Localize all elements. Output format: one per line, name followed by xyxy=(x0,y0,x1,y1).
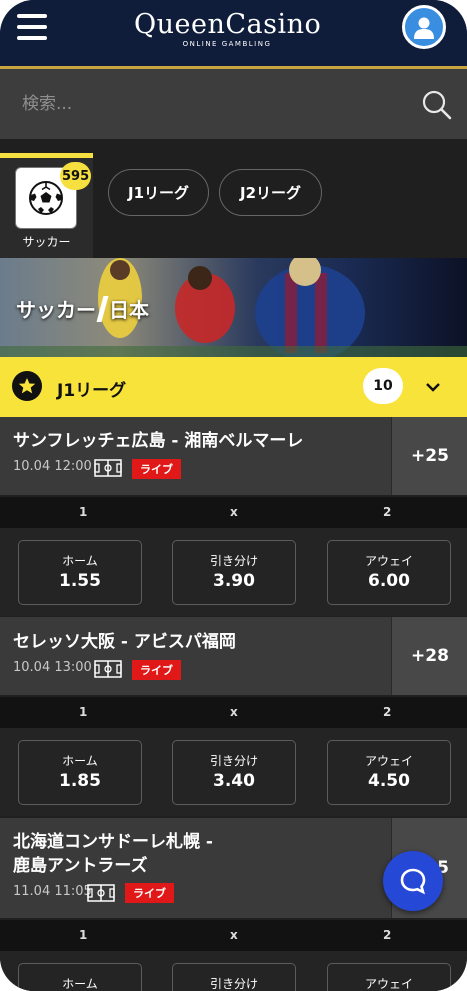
banner-title-country: 日本 xyxy=(109,298,149,322)
odds-column-header: 1 x 2 xyxy=(0,697,467,728)
queen-casino-logo[interactable]: QueenCasino ONLINE GAMBLING xyxy=(134,8,322,48)
soccer-field-icon xyxy=(94,459,122,477)
col-away: 2 xyxy=(383,928,392,942)
odd-value: 3.40 xyxy=(213,771,255,791)
odd-value: 1.85 xyxy=(59,771,101,791)
category-label: サッカー xyxy=(22,235,71,249)
odd-value: 6.00 xyxy=(368,571,410,591)
match-time: 10.04 13:00 xyxy=(13,660,92,675)
odd-button-away[interactable]: アウェイ xyxy=(327,963,451,991)
odds-column-header: 1 x 2 xyxy=(0,920,467,951)
odd-label: 引き分け xyxy=(209,754,258,768)
odd-label: アウェイ xyxy=(364,554,413,568)
odd-label: 引き分け xyxy=(209,554,258,568)
logo-text: QueenCasino xyxy=(134,9,322,40)
col-home: 1 xyxy=(79,505,88,519)
odd-button-home[interactable]: ホーム 1.55 xyxy=(18,540,142,605)
hamburger-icon[interactable] xyxy=(17,14,47,40)
odd-label: アウェイ xyxy=(364,754,413,768)
odd-button-draw[interactable]: 引き分け 3.40 xyxy=(172,740,296,805)
odd-label: ホーム xyxy=(62,754,98,768)
odd-button-home[interactable]: ホーム xyxy=(18,963,142,991)
match-time: 10.04 12:00 xyxy=(13,459,92,474)
odd-label: 引き分け xyxy=(209,977,258,991)
live-badge: ライブ xyxy=(132,459,181,479)
app-screen: QueenCasino ONLINE GAMBLING 595 サッカー J1リ… xyxy=(0,0,467,991)
banner-slash xyxy=(96,296,109,322)
search-icon[interactable] xyxy=(422,90,452,120)
match-time: 11.04 11:05 xyxy=(13,884,92,899)
league-count-badge: 10 xyxy=(363,368,403,404)
star-icon[interactable] xyxy=(12,371,42,401)
user-icon[interactable] xyxy=(402,5,446,49)
match-title-line1: 北海道コンサドーレ札幌 - xyxy=(13,832,213,852)
col-draw: x xyxy=(230,705,238,719)
col-draw: x xyxy=(230,928,238,942)
live-badge: ライブ xyxy=(132,660,181,680)
league-name: J1リーグ xyxy=(57,381,127,401)
col-home: 1 xyxy=(79,705,88,719)
category-count-badge: 595 xyxy=(60,162,92,190)
odd-button-home[interactable]: ホーム 1.85 xyxy=(18,740,142,805)
search-input[interactable] xyxy=(0,69,400,139)
col-away: 2 xyxy=(383,505,392,519)
more-markets-button[interactable]: +25 xyxy=(391,417,467,495)
pill-j2-league[interactable]: J2リーグ xyxy=(219,169,322,216)
col-draw: x xyxy=(230,505,238,519)
match-title-line2: 鹿島アントラーズ xyxy=(13,856,148,876)
odd-button-draw[interactable]: 引き分け 3.90 xyxy=(172,540,296,605)
soccer-field-icon xyxy=(94,660,122,678)
odds-column-header: 1 x 2 xyxy=(0,497,467,528)
more-markets-button[interactable]: +28 xyxy=(391,617,467,695)
match-title[interactable]: 北海道コンサドーレ札幌 - 鹿島アントラーズ xyxy=(13,830,213,878)
odd-label: アウェイ xyxy=(364,977,413,991)
odd-value: 1.55 xyxy=(59,571,101,591)
odd-button-away[interactable]: アウェイ 4.50 xyxy=(327,740,451,805)
odd-value: 3.90 xyxy=(213,571,255,591)
odd-label: ホーム xyxy=(62,554,98,568)
odd-value: 4.50 xyxy=(368,771,410,791)
live-badge: ライブ xyxy=(125,883,174,903)
col-away: 2 xyxy=(383,705,392,719)
chat-bubble-icon[interactable] xyxy=(383,851,443,911)
banner-title-sport: サッカー xyxy=(16,298,96,322)
col-home: 1 xyxy=(79,928,88,942)
odd-label: ホーム xyxy=(62,977,98,991)
chevron-down-icon[interactable] xyxy=(425,381,441,393)
search-bar xyxy=(0,69,467,139)
match-title[interactable]: セレッソ大阪 - アビスパ福岡 xyxy=(13,630,236,654)
banner-title: サッカー 日本 xyxy=(16,294,149,323)
odd-button-away[interactable]: アウェイ 6.00 xyxy=(327,540,451,605)
match-title[interactable]: サンフレッチェ広島 - 湘南ベルマーレ xyxy=(13,429,303,453)
odd-button-draw[interactable]: 引き分け xyxy=(172,963,296,991)
soccer-field-icon xyxy=(87,884,115,902)
pill-j1-league[interactable]: J1リーグ xyxy=(108,169,209,216)
